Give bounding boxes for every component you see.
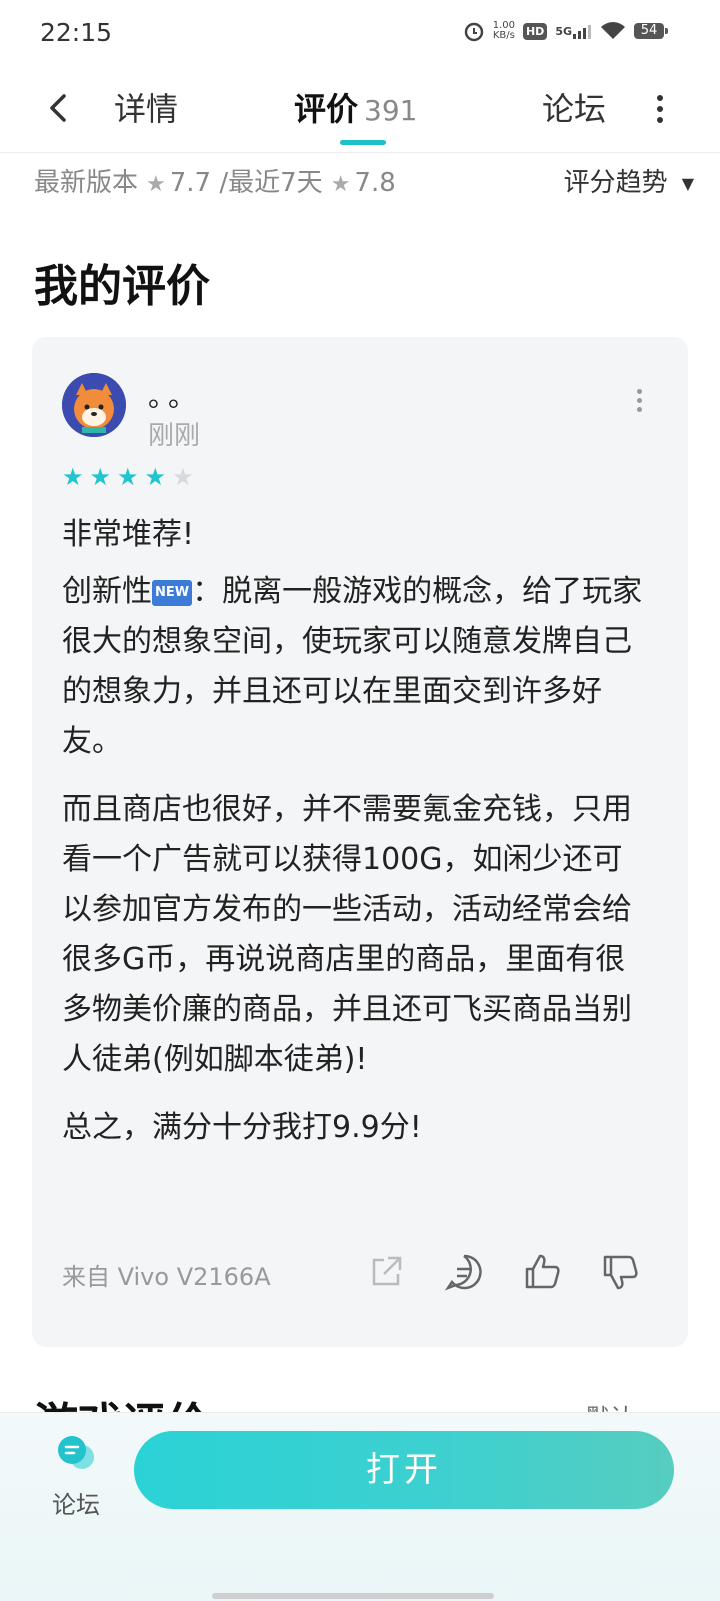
status-icons: 1.00 KB/s HD 5G 54 <box>463 20 668 42</box>
back-icon[interactable] <box>40 88 80 128</box>
new-emoji-icon: NEW <box>152 579 193 606</box>
comment-icon[interactable] <box>444 1252 484 1292</box>
forum-label: 论坛 <box>52 1491 100 1519</box>
recent-7-days-score: 7.8 <box>354 168 396 198</box>
tab-detail[interactable]: 详情 <box>114 84 178 130</box>
review-count: 391 <box>364 94 418 127</box>
signal-icon: 5G <box>555 23 592 39</box>
top-nav: 详情 评价 391 论坛 <box>0 68 720 153</box>
star-filled-icon: ★ <box>144 463 167 491</box>
device-info: 来自 Vivo V2166A <box>62 1263 271 1291</box>
review-body: 创新性 NEW ：脱离一般游戏的概念，给了玩家很大的想象空间，使玩家可以随意发牌自己… <box>62 567 652 1171</box>
status-time: 22:15 <box>40 18 113 47</box>
caret-down-icon: ▼ <box>681 174 694 193</box>
star-filled-icon: ★ <box>62 463 84 491</box>
alarm-icon <box>463 20 485 42</box>
review-stars: ★ ★ ★ ★ ★ <box>62 463 194 491</box>
share-icon[interactable] <box>366 1252 406 1292</box>
rating-trend-label: 评分趋势 <box>563 168 668 198</box>
avatar[interactable] <box>62 373 126 437</box>
forum-button[interactable]: 论坛 <box>40 1433 112 1520</box>
star-filled-icon: ★ <box>117 463 139 491</box>
home-indicator[interactable] <box>212 1593 494 1599</box>
star-empty-icon: ★ <box>172 463 194 491</box>
review-headline: 非常堆荐! <box>62 517 195 552</box>
wifi-icon <box>600 21 626 41</box>
my-review-card: 。。 刚刚 ★ ★ ★ ★ ★ 非常堆荐! 创新性 NEW ：脱离一般游戏的概念，给了玩家很… <box>32 337 688 1347</box>
star-filled-icon: ★ <box>89 463 112 491</box>
thumbs-down-icon[interactable] <box>600 1252 640 1292</box>
bottom-bar: 论坛 打开 <box>0 1412 720 1601</box>
review-time: 刚刚 <box>148 421 201 451</box>
latest-version-label: 最新版本 <box>34 168 139 198</box>
battery-icon: 54 <box>634 23 668 39</box>
tab-reviews-label: 评价 <box>294 90 359 128</box>
review-more-icon[interactable] <box>634 385 644 425</box>
network-speed: 1.00 KB/s <box>492 20 515 41</box>
hd-icon: HD <box>522 22 548 40</box>
rating-summary: 最新版本 ★ 7.7 /最近7天 ★ 7.8 评分趋势 ▼ <box>34 162 694 202</box>
rating-separator: / <box>219 168 229 198</box>
tab-forum[interactable]: 论坛 <box>542 84 606 130</box>
status-bar: 22:15 1.00 KB/s HD 5G 54 <box>0 0 720 68</box>
thumbs-up-icon[interactable] <box>522 1252 562 1292</box>
latest-version-score: 7.7 <box>169 168 212 198</box>
more-options-icon[interactable] <box>650 90 670 130</box>
recent-7-days-label: 最近7天 <box>228 168 323 198</box>
active-tab-indicator <box>340 140 386 145</box>
open-button[interactable]: 打开 <box>134 1431 674 1509</box>
username: 。。 <box>148 380 203 413</box>
forum-icon <box>58 1436 94 1469</box>
review-paragraph: 创新性 NEW ：脱离一般游戏的概念，给了玩家很大的想象空间，使玩家可以随意发牌自己… <box>62 574 643 759</box>
review-paragraph: 而且商店也很好，并不需要氪金充钱，只用看一个广告就可以获得100G，如闲少还可以… <box>62 792 632 1077</box>
rating-trend-dropdown[interactable]: 评分趋势 ▼ <box>564 162 694 199</box>
star-icon: ★ <box>330 172 351 197</box>
review-paragraph: 总之，满分十分我打9.9分! <box>62 1110 422 1145</box>
my-review-title: 我的评价 <box>34 261 210 312</box>
tab-reviews[interactable]: 评价 391 <box>294 84 417 130</box>
star-icon: ★ <box>146 172 166 197</box>
